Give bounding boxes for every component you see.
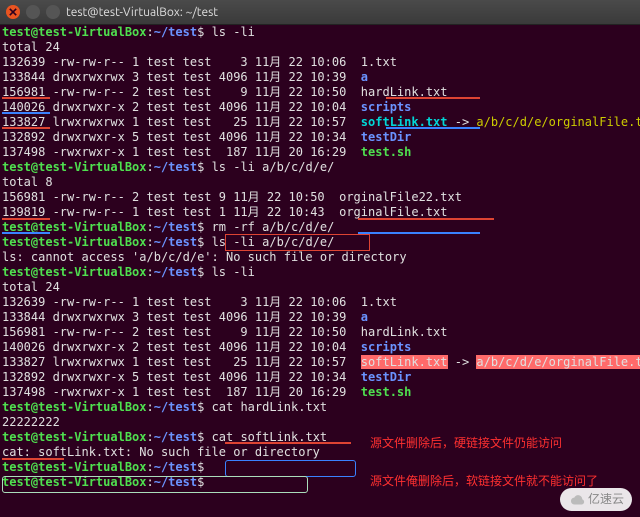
total-line: total 24 [2,40,638,55]
prompt-line: test@test-VirtualBox:~/test$ cat hardLin… [2,400,638,415]
box-annotation [2,476,308,493]
underline-annotation [225,442,351,444]
minimize-icon[interactable] [26,5,40,19]
box-annotation [225,234,370,251]
window-title: test@test-VirtualBox: ~/test [66,5,218,20]
close-icon[interactable] [6,5,20,19]
link-target: a/b/c/d/e/orginalFile.txt [476,115,640,129]
underline-annotation [2,127,50,129]
ls-row: 156981 -rw-rw-r-- 2 test test 9 11月 22 1… [2,325,638,340]
underline-annotation [358,218,494,220]
prompt-line: test@test-VirtualBox:~/test$ rm -rf a/b/… [2,220,638,235]
file-name: 1.txt [361,295,397,309]
file-name: orginalFile.txt [339,205,447,219]
ls-row: 133827 lrwxrwxrwx 1 test test 25 11月 22 … [2,355,638,370]
underline-annotation [386,97,480,99]
ls-row: 140026 drwxrwxr-x 2 test test 4096 11月 2… [2,340,638,355]
annotation-note: 源文件俺删除后，软链接文件就不能访问了 [370,474,598,488]
ls-row: 137498 -rwxrwxr-x 1 test test 187 11月 20… [2,145,638,160]
underline-annotation [2,112,50,114]
file-name: test.sh [361,145,412,159]
watermark: 亿速云 [560,488,632,511]
file-name: scripts [361,340,412,354]
underline-annotation [2,458,64,460]
ls-row: 133844 drwxrwxrwx 3 test test 4096 11月 2… [2,70,638,85]
underline-annotation [2,218,50,220]
underline-annotation [2,97,50,99]
file-name: test.sh [361,385,412,399]
underline-annotation [386,127,480,129]
error-line: ls: cannot access 'a/b/c/d/e': No such f… [2,250,638,265]
ls-row: 132639 -rw-rw-r-- 1 test test 3 11月 22 1… [2,55,638,70]
file-name: orginalFile22.txt [339,190,462,204]
ls-row: 156981 -rw-rw-r-- 2 test test 9 11月 22 1… [2,190,638,205]
file-name: hardLink.txt [361,325,448,339]
file-name: scripts [361,100,412,114]
titlebar: test@test-VirtualBox: ~/test [0,0,640,25]
prompt-line: test@test-VirtualBox:~/test$ ls -li a/b/… [2,160,638,175]
file-name: 1.txt [361,55,397,69]
file-name: a [361,70,368,84]
terminal[interactable]: test@test-VirtualBox:~/test$ ls -li tota… [0,25,640,490]
ls-row: 140026 drwxrwxr-x 2 test test 4096 11月 2… [2,100,638,115]
cloud-icon [568,493,586,507]
ls-row: 132892 drwxrwxr-x 5 test test 4096 11月 2… [2,370,638,385]
file-name: testDir [361,130,412,144]
total-line: total 24 [2,280,638,295]
underline-annotation [2,232,50,234]
maximize-icon[interactable] [46,5,60,19]
ls-row: 156981 -rw-rw-r-- 2 test test 9 11月 22 1… [2,85,638,100]
annotation-note: 源文件删除后，硬链接文件仍能访问 [370,436,562,450]
prompt-line: test@test-VirtualBox:~/test$ ls -li [2,25,638,40]
cat-output: 22222222 [2,415,638,430]
ls-row: 133827 lrwxrwxrwx 1 test test 25 11月 22 … [2,115,638,130]
ls-row: 132639 -rw-rw-r-- 1 test test 3 11月 22 1… [2,295,638,310]
prompt-line: test@test-VirtualBox:~/test$ ls -li [2,265,638,280]
ls-row: 133844 drwxrwxrwx 3 test test 4096 11月 2… [2,310,638,325]
ls-row: 139819 -rw-rw-r-- 1 test test 1 11月 22 1… [2,205,638,220]
ls-row: 137498 -rwxrwxr-x 1 test test 187 11月 20… [2,385,638,400]
file-name: softLink.txt [361,355,448,369]
box-annotation [225,460,356,477]
underline-annotation [358,232,480,234]
file-name: testDir [361,370,412,384]
ls-row: 132892 drwxrwxr-x 5 test test 4096 11月 2… [2,130,638,145]
total-line: total 8 [2,175,638,190]
link-target: a/b/c/d/e/orginalFile.txt [476,355,640,369]
file-name: a [361,310,368,324]
